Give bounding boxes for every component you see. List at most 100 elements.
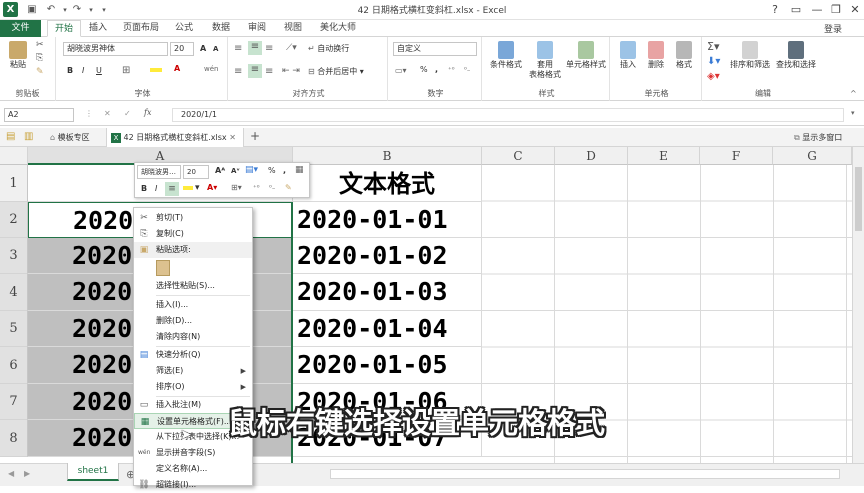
align-bottom-icon[interactable]: ≡ (265, 43, 273, 54)
sheet-tab-sheet1[interactable]: sheet1 (67, 463, 119, 481)
menu-item-insert[interactable]: 插入(I)... (134, 297, 252, 313)
comma-button[interactable]: , (435, 65, 438, 74)
cell-b2[interactable]: 2020-01-01 (293, 202, 482, 238)
find-select-button[interactable]: 查找和选择 (774, 41, 818, 70)
menu-item-delete[interactable]: 删除(D)... (134, 313, 252, 329)
row-header-4[interactable]: 4 (0, 274, 28, 311)
collapse-ribbon-icon[interactable]: ^ (850, 89, 857, 98)
mini-format-cells-icon[interactable]: ▦ (295, 165, 304, 175)
paste-button[interactable]: 粘贴 (6, 41, 30, 70)
phonetic-button[interactable]: wén (204, 65, 218, 73)
align-left-icon[interactable]: ≡ (234, 66, 242, 77)
row-header-5[interactable]: 5 (0, 311, 28, 347)
delete-cells-button[interactable]: 删除 (644, 41, 668, 70)
orientation-icon[interactable]: ⟋▾ (286, 43, 297, 53)
cell-styles-button[interactable]: 单元格样式 (564, 41, 608, 70)
tab-review[interactable]: 审阅 (243, 20, 271, 37)
sort-filter-button[interactable]: 排序和筛选 (728, 41, 772, 70)
menu-item-sort[interactable]: 排序(O) ▶ (134, 379, 252, 395)
menu-item-filter[interactable]: 筛选(E) ▶ (134, 363, 252, 379)
close-tab-icon[interactable]: ✕ (229, 133, 236, 142)
italic-button[interactable]: I (82, 66, 84, 75)
sheet-next-icon[interactable]: ▶ (24, 469, 30, 478)
vertical-scroll-thumb[interactable] (855, 167, 862, 231)
tab-data[interactable]: 数据 (207, 20, 235, 37)
font-family-select[interactable]: 胡晓波男神体 (63, 42, 168, 56)
row-header-1[interactable]: 1 (0, 165, 28, 202)
mini-format-painter-icon[interactable]: ✎ (285, 183, 292, 192)
autosum-icon[interactable]: Σ▾ (707, 40, 719, 53)
horizontal-scrollbar[interactable] (330, 469, 840, 479)
tab-view[interactable]: 视图 (279, 20, 307, 37)
menu-item-cut[interactable]: ✂ 剪切(T) (134, 210, 252, 226)
add-tab-button[interactable]: + (250, 129, 260, 143)
ribbon-display-icon[interactable]: ▭ (786, 2, 806, 18)
tab-formulas[interactable]: 公式 (170, 20, 198, 37)
mini-border-icon[interactable]: ⊞▾ (231, 183, 242, 192)
cell-b6[interactable]: 2020-01-05 (293, 347, 482, 384)
mini-number-format-icon[interactable]: ▤▾ (245, 165, 258, 175)
cancel-entry-icon[interactable]: ✕ (104, 109, 111, 118)
insert-function-button[interactable]: fx (144, 108, 151, 117)
merge-center-button[interactable]: ⊟ 合并后居中 ▾ (308, 66, 364, 77)
column-header-f[interactable]: F (700, 147, 773, 165)
open-folder-icon[interactable]: ▥ (24, 131, 33, 142)
underline-button[interactable]: U (96, 66, 102, 75)
cut-icon[interactable]: ✂ (36, 40, 44, 50)
mini-percent-button[interactable]: % (268, 166, 276, 175)
mini-decrease-decimal-icon[interactable]: ⁰₋ (269, 184, 276, 192)
grow-font-button[interactable]: A (200, 44, 206, 53)
row-header-2[interactable]: 2 (0, 202, 28, 238)
border-icon[interactable]: ⊞ (122, 65, 130, 76)
confirm-entry-icon[interactable]: ✓ (124, 109, 131, 118)
tab-page-layout[interactable]: 页面布局 (119, 20, 163, 37)
column-header-g[interactable]: G (773, 147, 852, 165)
conditional-format-button[interactable]: 条件格式 (486, 41, 526, 70)
fill-icon[interactable]: ⬇▾ (707, 56, 720, 67)
font-size-select[interactable]: 20 (170, 42, 194, 56)
sheet-prev-icon[interactable]: ◀ (8, 469, 14, 478)
align-center-icon[interactable]: ≡ (248, 64, 262, 78)
align-right-icon[interactable]: ≡ (265, 66, 273, 77)
format-painter-icon[interactable]: ✎ (36, 67, 44, 77)
bold-button[interactable]: B (67, 66, 73, 75)
tab-file[interactable]: 文件 (0, 20, 41, 37)
row-header-7[interactable]: 7 (0, 384, 28, 420)
copy-icon[interactable]: ⎘ (36, 53, 43, 63)
insert-cells-button[interactable]: 插入 (616, 41, 640, 70)
mini-increase-decimal-icon[interactable]: ⁺⁰ (253, 184, 260, 192)
decrease-decimal-icon[interactable]: ⁰₋ (464, 66, 471, 74)
login-link[interactable]: 登录 (824, 22, 842, 35)
menu-item-quick-analysis[interactable]: ▤ 快速分析(Q) (134, 347, 252, 363)
select-all-corner[interactable] (0, 147, 28, 165)
number-format-select[interactable]: 自定义 (393, 42, 477, 56)
menu-item-copy[interactable]: ⎘ 复制(C) (134, 226, 252, 242)
accounting-icon[interactable]: ▭▾ (395, 66, 407, 75)
mini-font-select[interactable]: 胡晓波男… (137, 165, 181, 179)
format-as-table-button[interactable]: 套用 表格格式 (528, 41, 562, 80)
vertical-scrollbar[interactable] (852, 147, 864, 463)
expand-formula-icon[interactable]: ▾ (851, 109, 855, 117)
column-header-c[interactable]: C (482, 147, 555, 165)
mini-font-color-icon[interactable]: A▾ (207, 183, 217, 192)
wrap-text-button[interactable]: ↵ 自动换行 (308, 43, 349, 54)
menu-item-clear-contents[interactable]: 清除内容(N) (134, 329, 252, 345)
mini-center-icon[interactable]: ≡ (165, 182, 179, 196)
font-color-icon[interactable]: A (174, 64, 180, 73)
folder-icon[interactable]: ▤ (6, 131, 15, 142)
workbook-tab-active[interactable]: X 42 日期格式横杠变斜杠.xlsx ✕ (106, 128, 244, 147)
mini-fill-color-icon[interactable]: ▾ (183, 183, 200, 193)
mini-comma-button[interactable]: , (283, 166, 286, 175)
cell-b4[interactable]: 2020-01-03 (293, 274, 482, 311)
column-header-d[interactable]: D (555, 147, 628, 165)
cell-b3[interactable]: 2020-01-02 (293, 238, 482, 274)
cell-b1[interactable]: 文本格式 (293, 165, 482, 202)
tab-home[interactable]: 开始 (47, 20, 81, 37)
increase-decimal-icon[interactable]: ⁺⁰ (448, 66, 455, 74)
percent-button[interactable]: % (420, 65, 428, 74)
minimize-button[interactable]: — (807, 2, 827, 18)
multi-window-button[interactable]: ⧉ 显示多窗口 (794, 132, 842, 143)
row-header-6[interactable]: 6 (0, 347, 28, 384)
menu-item-paste-special[interactable]: 选择性粘贴(S)... (134, 278, 252, 294)
format-cells-ribbon-button[interactable]: 格式 (672, 41, 696, 70)
